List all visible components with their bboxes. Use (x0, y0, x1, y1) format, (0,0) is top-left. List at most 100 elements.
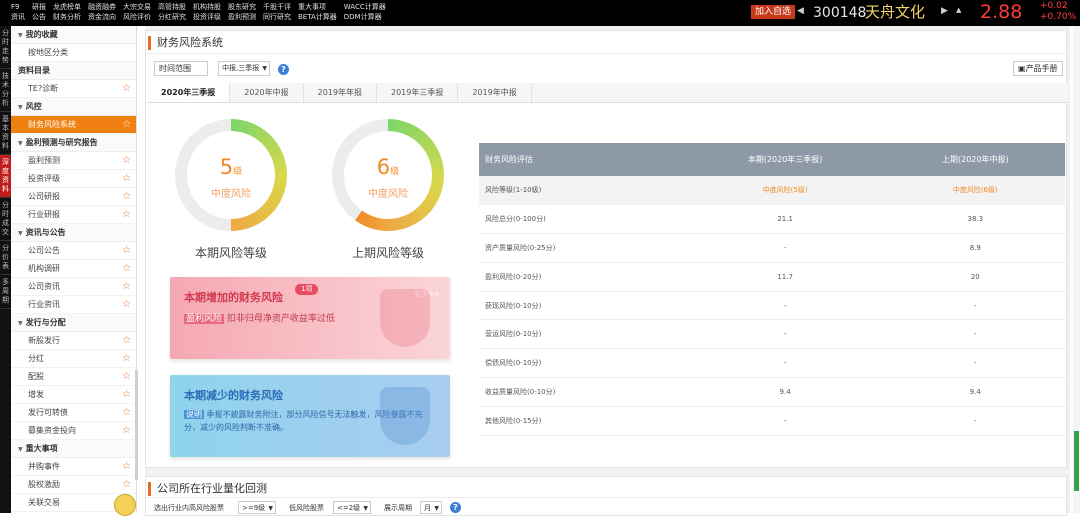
sidebar-item[interactable]: 募集资金投向 ☆ (11, 422, 136, 440)
table-cell: 21.1 (684, 204, 886, 235)
favorite-star-icon[interactable]: ☆ (122, 368, 131, 386)
top-menu-item[interactable]: 投资评级 (193, 12, 221, 22)
sidebar-scrollbar[interactable] (135, 370, 138, 480)
favorite-star-icon[interactable]: ☆ (122, 278, 131, 296)
left-tab[interactable]: 深度资料 (0, 155, 11, 198)
period-select[interactable]: 月 ▼ (420, 501, 442, 514)
period-tab[interactable]: 2019年三季报 (377, 83, 459, 102)
product-manual-button[interactable]: ▣产品手册 (1013, 61, 1063, 76)
low-risk-select[interactable]: <=2级 ▼ (333, 501, 371, 514)
top-menu-item[interactable]: 高管持股 (158, 2, 186, 12)
sidebar-item-label: 盈利预测 (28, 156, 60, 165)
top-menu-item[interactable]: 分红研究 (158, 12, 186, 22)
favorite-star-icon[interactable]: ☆ (122, 116, 131, 134)
left-tab[interactable]: 分时走势 (0, 26, 11, 69)
favorite-star-icon[interactable]: ☆ (122, 350, 131, 368)
top-menu-item[interactable]: 重大事项 (298, 2, 337, 12)
top-menu-item[interactable]: 融资融券 (88, 2, 116, 12)
top-menu-item[interactable]: 千股千评 (263, 2, 291, 12)
period-tab[interactable]: 2020年三季报 (147, 83, 231, 102)
period-tab[interactable]: 2020年中报 (230, 83, 304, 102)
prev-stock-icon[interactable]: ◀ (797, 6, 804, 16)
sidebar-item[interactable]: 并购事件 ☆ (11, 458, 136, 476)
table-cell: - (885, 319, 1065, 350)
sidebar-group[interactable]: ▼ 资讯与公告 (11, 224, 136, 242)
favorite-star-icon[interactable]: ☆ (122, 80, 131, 98)
favorite-star-icon[interactable]: ☆ (122, 458, 131, 476)
decrease-risk-card[interactable]: 本期减少的财务风险 说明 季报不披露财务附注，部分风险信号无法触发，风险暴露不充… (170, 375, 450, 457)
help-icon[interactable]: ? (450, 502, 461, 513)
favorite-star-icon[interactable]: ☆ (122, 242, 131, 260)
top-menu-item[interactable]: DDM计算器 (344, 12, 386, 22)
top-menu-column: WACC计算器 DDM计算器 (344, 2, 386, 22)
favorite-star-icon[interactable]: ☆ (122, 404, 131, 422)
favorite-star-icon[interactable]: ☆ (122, 260, 131, 278)
favorite-star-icon[interactable]: ☆ (122, 386, 131, 404)
increase-risk-card[interactable]: 本期增加的财务风险 1项 更多>> 盈利风险 扣非归母净资产收益率过低 (170, 277, 450, 359)
sidebar-item[interactable]: 发行可转债 ☆ (11, 404, 136, 422)
top-menu-item[interactable]: 资讯 (11, 12, 25, 22)
sidebar-item[interactable]: 按地区分类 (11, 44, 136, 62)
favorite-star-icon[interactable]: ☆ (122, 422, 131, 440)
sidebar-item[interactable]: 投资评级 ☆ (11, 170, 136, 188)
left-tab[interactable]: 基本资料 (0, 112, 11, 155)
sidebar-item[interactable]: 公司公告 ☆ (11, 242, 136, 260)
favorite-star-icon[interactable]: ☆ (122, 188, 131, 206)
chevron-down-icon: ▼ (268, 505, 273, 512)
sidebar-group[interactable]: 资料目录 (11, 62, 136, 80)
sidebar-group[interactable]: ▼ 发行与分配 (11, 314, 136, 332)
top-menu-item[interactable]: F9 (11, 2, 25, 12)
top-menu-item[interactable]: 财务分析 (53, 12, 81, 22)
time-range-select[interactable]: 中报,三季报 ▼ (218, 61, 270, 76)
favorite-star-icon[interactable]: ☆ (122, 152, 131, 170)
help-icon[interactable]: ? (278, 64, 289, 75)
left-tab[interactable]: 分时成交 (0, 198, 11, 241)
favorite-star-icon[interactable]: ☆ (122, 170, 131, 188)
table-cell: 11.7 (684, 262, 886, 292)
sidebar-item[interactable]: 行业研报 ☆ (11, 206, 136, 224)
favorite-star-icon[interactable]: ☆ (122, 296, 131, 314)
sidebar-group[interactable]: ▼ 我的收藏 (11, 26, 136, 44)
left-tab[interactable]: 分价表 (0, 241, 11, 275)
scroll-thumb[interactable] (1074, 431, 1079, 491)
sidebar-group[interactable]: ▼ 重大事项 (11, 440, 136, 458)
top-menu-item[interactable]: 资金流向 (88, 12, 116, 22)
favorite-star-icon[interactable]: ☆ (122, 332, 131, 350)
risk-table: 财务风险评估 本期(2020年三季报) 上期(2020年中报) 风险等级(1-10级)… (479, 143, 1065, 436)
top-menu-item[interactable]: 股东研究 (228, 2, 256, 12)
sidebar-item[interactable]: 行业资讯 ☆ (11, 296, 136, 314)
top-menu-item[interactable]: 风险评价 (123, 12, 151, 22)
sidebar-item[interactable]: 公司研报 ☆ (11, 188, 136, 206)
sidebar-item[interactable]: TE?诊断 ☆ (11, 80, 136, 98)
high-risk-select[interactable]: >=9级 ▼ (238, 501, 276, 514)
sidebar-item[interactable]: 新股发行 ☆ (11, 332, 136, 350)
sidebar-group[interactable]: ▼ 盈利预测与研究报告 (11, 134, 136, 152)
sidebar-item[interactable]: 分红 ☆ (11, 350, 136, 368)
top-menu-item[interactable]: 机构持股 (193, 2, 221, 12)
add-to-watchlist-button[interactable]: 加入自选 (751, 5, 796, 19)
sidebar-item[interactable]: 机构调研 ☆ (11, 260, 136, 278)
favorite-star-icon[interactable]: ☆ (122, 206, 131, 224)
left-tab[interactable]: 技术分析 (0, 69, 11, 112)
sidebar-item[interactable]: 增发 ☆ (11, 386, 136, 404)
top-menu-item[interactable]: BETA计算器 (298, 12, 337, 22)
top-menu-item[interactable]: 研报 (32, 2, 46, 12)
sidebar-group[interactable]: ▼ 风控 (11, 98, 136, 116)
sidebar-item[interactable]: 盈利预测 ☆ (11, 152, 136, 170)
sidebar-item[interactable]: 财务风险系统 ☆ (11, 116, 136, 134)
left-tab[interactable]: 多周期 (0, 275, 11, 309)
favorite-star-icon[interactable]: ☆ (122, 476, 131, 494)
top-menu-item[interactable]: WACC计算器 (344, 2, 386, 12)
top-menu-item[interactable]: 同行研究 (263, 12, 291, 22)
top-menu-item[interactable]: 公告 (32, 12, 46, 22)
top-menu-item[interactable]: 盈利预测 (228, 12, 256, 22)
period-tab[interactable]: 2019年年报 (304, 83, 377, 102)
sidebar-item[interactable]: 股权激励 ☆ (11, 476, 136, 494)
next-stock-icon[interactable]: ▶ (941, 6, 948, 16)
top-menu-item[interactable]: 龙虎榜单 (53, 2, 81, 12)
page-scrollbar[interactable] (1073, 26, 1080, 513)
top-menu-item[interactable]: 大宗交易 (123, 2, 151, 12)
sidebar-item[interactable]: 配股 ☆ (11, 368, 136, 386)
period-tab[interactable]: 2019年中报 (458, 83, 532, 102)
sidebar-item[interactable]: 公司资讯 ☆ (11, 278, 136, 296)
